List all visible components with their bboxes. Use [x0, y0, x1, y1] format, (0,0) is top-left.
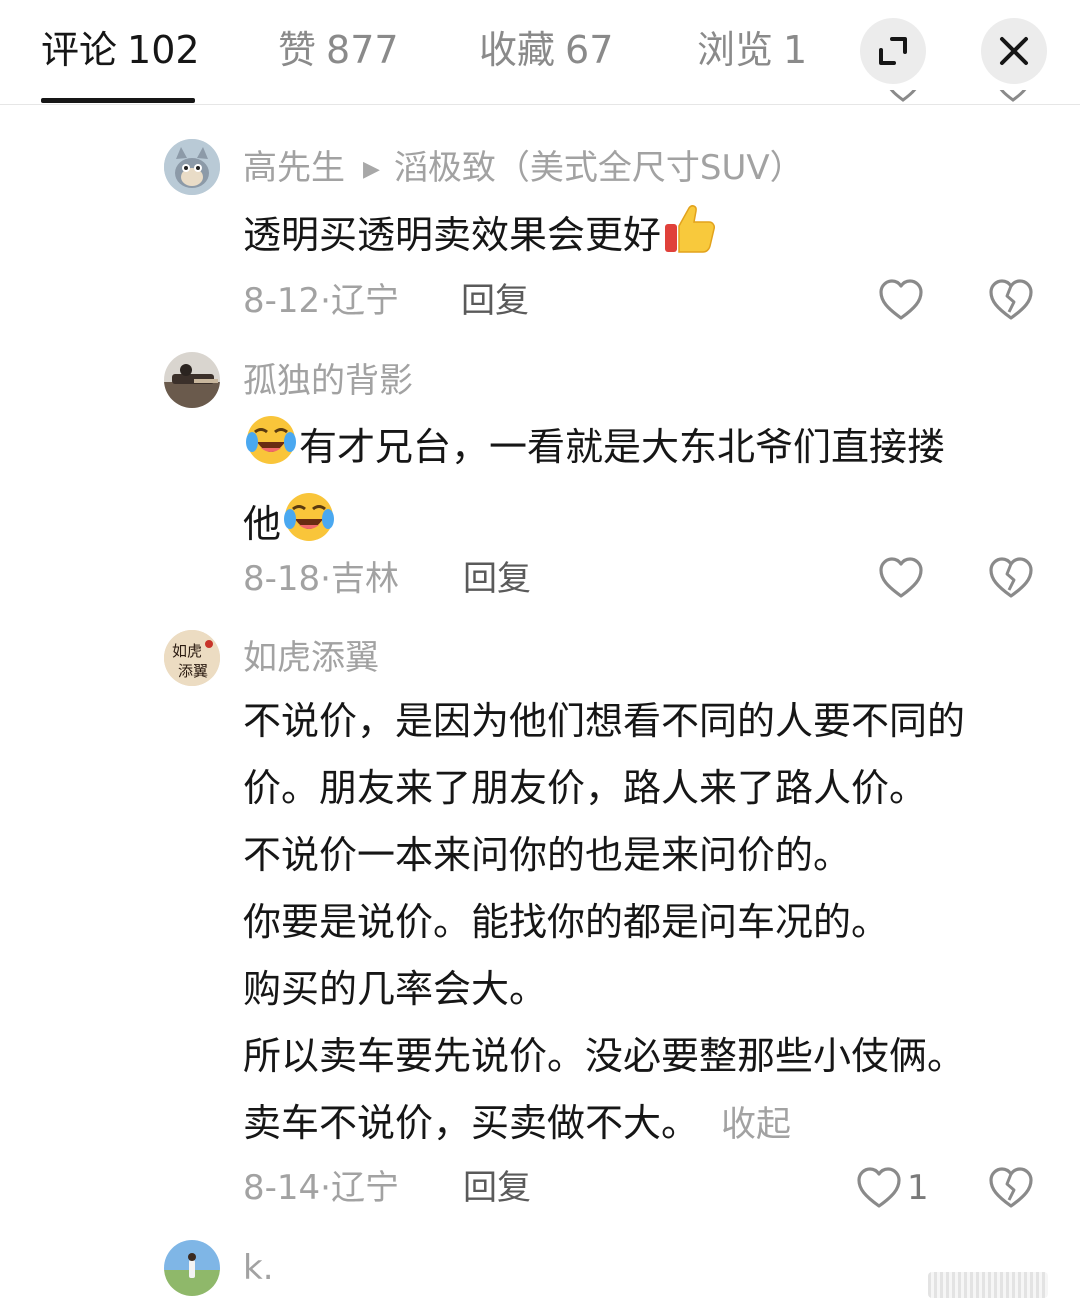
- laughing-crying-emoji-icon: [243, 412, 299, 489]
- thumbs-up-emoji-icon: [661, 200, 717, 277]
- comment-text: 不说价，是因为他们想看不同的人要不同的 价。朋友来了朋友价，路人来了路人价。 不…: [243, 688, 965, 1159]
- tab-count: 877: [326, 28, 399, 72]
- like-icon[interactable]: [878, 556, 924, 600]
- expand-icon: [879, 37, 907, 65]
- comment-date: 8-14: [243, 1168, 321, 1208]
- dislike-icon[interactable]: [996, 90, 1030, 104]
- comment-line: 价。朋友来了朋友价，路人来了路人价。: [243, 766, 928, 810]
- like-icon[interactable]: [856, 1166, 902, 1210]
- tab-label: 评论: [41, 28, 118, 72]
- expand-button[interactable]: [860, 18, 926, 84]
- tab-label: 浏览: [697, 28, 774, 72]
- comment-username[interactable]: 高先生: [243, 148, 345, 188]
- comment-text: 透明买透明卖效果会更好: [243, 200, 717, 277]
- comment-meta: 8-12·辽宁: [243, 281, 399, 321]
- meta-separator: ·: [320, 559, 331, 599]
- comment-line: 透明买透明卖效果会更好: [243, 213, 662, 257]
- tab-views[interactable]: 浏览 1: [697, 26, 807, 74]
- reply-button[interactable]: 回复: [463, 559, 531, 599]
- meta-separator: ·: [320, 281, 331, 321]
- like-icon[interactable]: [878, 278, 924, 322]
- comment-line: 你要是说价。能找你的都是问车况的。: [243, 900, 890, 944]
- dislike-icon[interactable]: [988, 278, 1034, 322]
- comment-username-line: 高先生 ▶ 滔极致（美式全尺寸SUV）: [243, 148, 804, 190]
- laughing-crying-emoji-icon: [281, 489, 337, 566]
- collapse-button[interactable]: 收起: [721, 1105, 791, 1145]
- tab-count: 67: [565, 28, 614, 72]
- tab-count: 102: [127, 28, 200, 72]
- comment-meta: 8-14·辽宁: [243, 1168, 399, 1208]
- tab-comments[interactable]: 评论 102: [41, 26, 200, 74]
- comment-line-2: 他: [243, 489, 945, 566]
- avatar[interactable]: 如虎 添翼: [164, 630, 220, 686]
- comment-date: 8-18: [243, 559, 321, 599]
- comment-line: 有才兄台，一看就是大东北爷们直接搂: [299, 425, 946, 469]
- close-icon: [1000, 37, 1028, 65]
- calligraphy-avatar-image: 如虎 添翼: [164, 630, 220, 686]
- comment-username[interactable]: 如虎添翼: [243, 638, 379, 678]
- like-icon[interactable]: [886, 90, 920, 104]
- meta-separator: ·: [320, 1168, 331, 1208]
- comment-location: 辽宁: [330, 281, 399, 321]
- comment-meta: 8-18·吉林: [243, 559, 399, 599]
- tab-favorites[interactable]: 收藏 67: [479, 26, 613, 74]
- active-tab-indicator: [41, 98, 195, 103]
- dislike-icon[interactable]: [988, 556, 1034, 600]
- avatar[interactable]: [164, 1240, 220, 1296]
- tab-bar: 评论 102 赞 877 收藏 67 浏览 1: [0, 0, 812, 104]
- comment-line: 所以卖车要先说价。没必要整那些小伎俩。: [243, 1034, 966, 1078]
- watermark: [928, 1272, 1048, 1298]
- comment-location: 吉林: [330, 559, 399, 599]
- reply-to-username[interactable]: 滔极致（美式全尺寸SUV）: [394, 148, 804, 188]
- comment-line-last: 卖车不说价，买卖做不大。 收起: [243, 1090, 965, 1159]
- comment-line: 他: [243, 502, 282, 546]
- like-count: 1: [907, 1168, 929, 1208]
- comment-line: 不说价一本来问你的也是来问价的。: [243, 833, 852, 877]
- tab-label: 赞: [278, 28, 317, 72]
- comment-location: 辽宁: [330, 1168, 399, 1208]
- tab-label: 收藏: [479, 28, 556, 72]
- avatar-calligraphy: 添翼: [178, 662, 208, 680]
- comment-line: 不说价，是因为他们想看不同的人要不同的: [243, 699, 966, 743]
- comment-username[interactable]: k.: [243, 1248, 274, 1288]
- avatar[interactable]: [164, 352, 220, 408]
- comment-username[interactable]: 孤独的背影: [243, 361, 413, 401]
- avatar[interactable]: [164, 139, 220, 195]
- comment-line: 购买的几率会大。: [243, 967, 548, 1011]
- tab-likes[interactable]: 赞 877: [278, 26, 399, 74]
- reply-button[interactable]: 回复: [461, 281, 529, 321]
- tab-count: 1: [783, 28, 808, 72]
- comment-text: 有才兄台，一看就是大东北爷们直接搂 他: [243, 412, 945, 566]
- comment-line-1: 有才兄台，一看就是大东北爷们直接搂: [243, 412, 945, 489]
- dislike-icon[interactable]: [988, 1166, 1034, 1210]
- close-button[interactable]: [981, 18, 1047, 84]
- reply-arrow-icon: ▶: [363, 156, 380, 182]
- comment-line: 卖车不说价，买卖做不大。: [243, 1101, 700, 1145]
- reply-button[interactable]: 回复: [463, 1168, 531, 1208]
- comment-date: 8-12: [243, 281, 321, 321]
- avatar-calligraphy: 如虎: [172, 642, 202, 660]
